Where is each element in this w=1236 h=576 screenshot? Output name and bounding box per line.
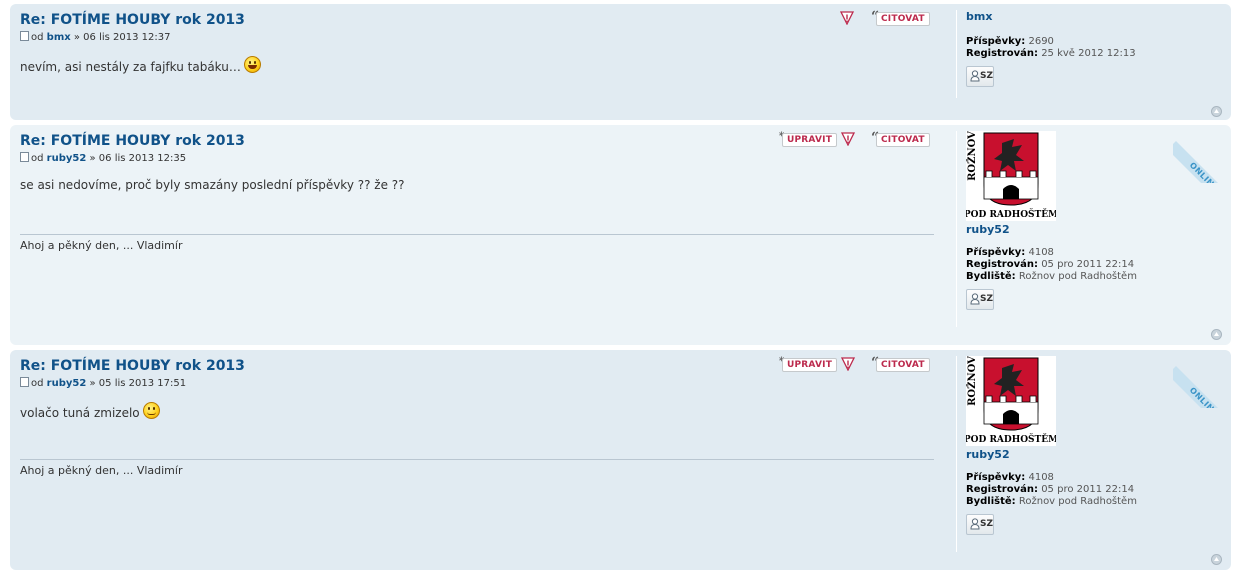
user-icon: [970, 293, 980, 305]
post-author-line: od ruby52 » 06 lis 2013 12:35: [20, 152, 935, 166]
profile-registered-value: 05 pro 2011 22:14: [1041, 484, 1135, 495]
quote-button[interactable]: CITOVAT: [876, 358, 930, 372]
post-2: Re: FOTÍME HOUBY rok 2013 od ruby52 » 06…: [10, 125, 1231, 345]
back-to-top-icon[interactable]: [1211, 554, 1222, 565]
online-ribbon: ONLINE: [1173, 125, 1231, 183]
back-to-top-icon[interactable]: [1211, 329, 1222, 340]
avatar-bottom-text: POD RADHOŠTĚM: [966, 208, 1056, 220]
post-text: volačo tuná zmizelo: [20, 406, 140, 420]
profile-registered: Registrován: 25 kvě 2012 12:13: [966, 48, 1206, 60]
back-to-top-icon[interactable]: [1211, 106, 1222, 117]
post-author-line: od ruby52 » 05 lis 2013 17:51: [20, 377, 935, 391]
profile-posts-value: 4108: [1028, 247, 1054, 258]
post-content: nevím, asi nestály za fajfku tabáku…: [20, 56, 935, 75]
edit-button[interactable]: UPRAVIT: [782, 133, 838, 147]
profile-registered-label: Registrován:: [966, 484, 1038, 495]
private-message-button[interactable]: SZ: [966, 289, 994, 310]
profile-registered-value: 05 pro 2011 22:14: [1041, 259, 1135, 270]
quote-button[interactable]: CITOVAT: [876, 12, 930, 26]
profile-location: Bydliště: Rožnov pod Radhoštěm: [966, 271, 1206, 283]
user-icon: [970, 70, 980, 82]
post-3: Re: FOTÍME HOUBY rok 2013 od ruby52 » 05…: [10, 350, 1231, 570]
profile-posts-value: 4108: [1028, 472, 1054, 483]
profile-location-label: Bydliště:: [966, 271, 1016, 282]
profile-registered-label: Registrován:: [966, 48, 1038, 59]
avatar[interactable]: ROŽNOV POD RADHOŠTĚM: [966, 131, 1056, 221]
profile-location-value: Rožnov pod Radhoštěm: [1018, 271, 1137, 282]
pm-label: SZ: [980, 519, 994, 529]
online-label: ONLINE: [1173, 141, 1231, 183]
profile-registered: Registrován: 05 pro 2011 22:14: [966, 484, 1206, 496]
post-content: volačo tuná zmizelo: [20, 402, 935, 421]
post-signature: Ahoj a pěkný den, ... Vladimír: [20, 234, 934, 252]
post-date: » 06 lis 2013 12:37: [73, 32, 171, 43]
profile-username[interactable]: ruby52: [966, 448, 1206, 462]
profile-posts: Příspěvky: 4108: [966, 472, 1206, 484]
post-text: se asi nedovíme, proč byly smazány posle…: [20, 178, 405, 192]
warning-icon[interactable]: [841, 132, 855, 146]
author-name[interactable]: ruby52: [47, 378, 87, 389]
avatar-bottom-text: POD RADHOŠTĚM: [966, 433, 1056, 445]
online-label: ONLINE: [1173, 366, 1231, 408]
profile-posts-label: Příspěvky:: [966, 247, 1026, 258]
post-signature: Ahoj a pěkný den, ... Vladimír: [20, 459, 934, 477]
profile-posts: Příspěvky: 2690: [966, 36, 1206, 48]
author-prefix: od: [31, 32, 44, 43]
post-date: » 06 lis 2013 12:35: [89, 153, 187, 164]
profile-location-label: Bydliště:: [966, 496, 1016, 507]
post-author-line: od bmx » 06 lis 2013 12:37: [20, 31, 935, 45]
avatar[interactable]: ROŽNOV POD RADHOŠTĚM: [966, 356, 1056, 446]
author-name[interactable]: ruby52: [47, 153, 87, 164]
post-profile: bmx Příspěvky: 2690 Registrován: 25 kvě …: [956, 10, 1206, 98]
post-profile: ROŽNOV POD RADHOŠTĚM ruby52 Příspěvky: 4…: [956, 356, 1206, 552]
pm-label: SZ: [980, 71, 994, 81]
post-text: nevím, asi nestály za fajfku tabáku…: [20, 60, 241, 74]
profile-posts-value: 2690: [1028, 36, 1054, 47]
profile-location: Bydliště: Rožnov pod Radhoštěm: [966, 496, 1206, 508]
profile-registered: Registrován: 05 pro 2011 22:14: [966, 259, 1206, 271]
profile-posts: Příspěvky: 4108: [966, 247, 1206, 259]
pm-label: SZ: [980, 294, 994, 304]
post-content: se asi nedovíme, proč byly smazány posle…: [20, 177, 935, 193]
profile-registered-label: Registrován:: [966, 259, 1038, 270]
profile-username[interactable]: bmx: [966, 10, 1206, 24]
post-date: » 05 lis 2013 17:51: [89, 378, 187, 389]
post-icon[interactable]: [20, 152, 29, 162]
avatar-top-text: ROŽNOV: [966, 131, 978, 181]
wink-smiley-icon: [142, 402, 160, 419]
warning-icon[interactable]: [840, 11, 854, 25]
warning-icon[interactable]: [841, 357, 855, 371]
quote-button[interactable]: CITOVAT: [876, 133, 930, 147]
post-body: Re: FOTÍME HOUBY rok 2013 od bmx » 06 li…: [20, 10, 935, 75]
post-icon[interactable]: [20, 31, 29, 41]
avatar-top-text: ROŽNOV: [966, 356, 978, 406]
private-message-button[interactable]: SZ: [966, 66, 994, 87]
profile-posts-label: Příspěvky:: [966, 36, 1026, 47]
profile-posts-label: Příspěvky:: [966, 472, 1026, 483]
online-ribbon: ONLINE: [1173, 350, 1231, 408]
author-prefix: od: [31, 153, 44, 164]
post-title[interactable]: Re: FOTÍME HOUBY rok 2013: [20, 10, 935, 30]
edit-button[interactable]: UPRAVIT: [782, 358, 838, 372]
post-profile: ROŽNOV POD RADHOŠTĚM ruby52 Příspěvky: 4…: [956, 131, 1206, 327]
author-prefix: od: [31, 378, 44, 389]
profile-username[interactable]: ruby52: [966, 223, 1206, 237]
author-name[interactable]: bmx: [47, 32, 71, 43]
laughing-smiley-icon: [243, 56, 261, 73]
post-icon[interactable]: [20, 377, 29, 387]
user-icon: [970, 518, 980, 530]
post-1: Re: FOTÍME HOUBY rok 2013 od bmx » 06 li…: [10, 4, 1231, 120]
profile-registered-value: 25 kvě 2012 12:13: [1041, 48, 1136, 59]
private-message-button[interactable]: SZ: [966, 514, 994, 535]
profile-location-value: Rožnov pod Radhoštěm: [1018, 496, 1137, 507]
